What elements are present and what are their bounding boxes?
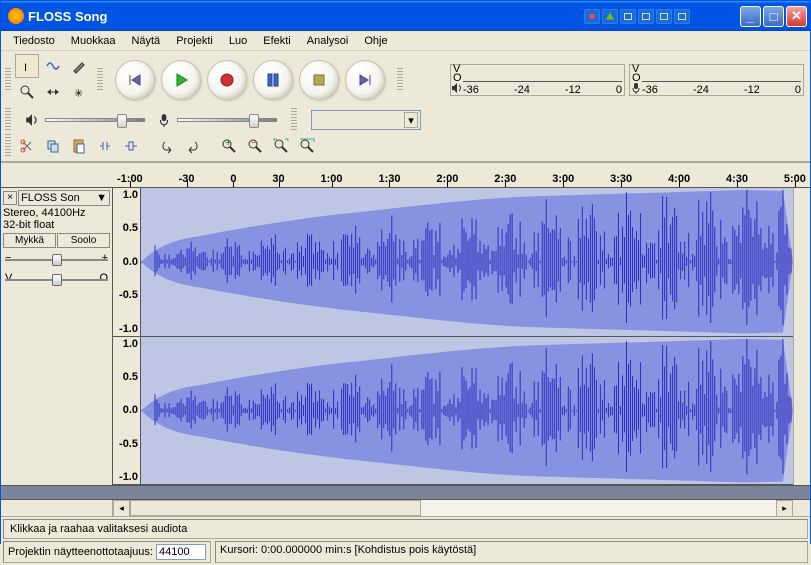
- input-meter[interactable]: V O -36-24-120: [629, 64, 804, 96]
- output-meter[interactable]: V O -36-24-120: [450, 64, 625, 96]
- vertical-scrollbar[interactable]: [793, 188, 810, 485]
- stop-button[interactable]: [299, 60, 339, 100]
- tool-envelope[interactable]: [41, 54, 65, 78]
- svg-text:+: +: [225, 138, 231, 149]
- grip[interactable]: [291, 108, 297, 132]
- copy-button[interactable]: [41, 134, 65, 158]
- track-pan-slider[interactable]: VO: [5, 272, 108, 288]
- menu-effect[interactable]: Efekti: [255, 33, 299, 49]
- solo-button[interactable]: Soolo: [57, 233, 110, 248]
- input-device-select[interactable]: ▾: [311, 110, 421, 130]
- record-button[interactable]: [207, 60, 247, 100]
- mute-button[interactable]: Mykkä: [3, 233, 56, 248]
- skip-end-button[interactable]: [345, 60, 385, 100]
- tray-icon[interactable]: [674, 9, 690, 24]
- track-bitdepth-label: 32-bit float: [3, 219, 110, 231]
- track-format-label: Stereo, 44100Hz: [3, 207, 110, 219]
- waveform-right[interactable]: 1.00.50.0-0.5-1.0: [113, 337, 793, 486]
- project-rate-box: Projektin näytteenottotaajuus:: [3, 541, 211, 563]
- menu-file[interactable]: Tiedosto: [5, 33, 63, 49]
- minimize-button[interactable]: _: [740, 6, 761, 27]
- close-button[interactable]: ✕: [786, 6, 807, 27]
- tool-selection[interactable]: I: [15, 54, 39, 78]
- menubar: Tiedosto Muokkaa Näytä Projekti Luo Efek…: [1, 31, 810, 51]
- track-gain-slider[interactable]: −+: [5, 252, 108, 268]
- tool-draw[interactable]: [67, 54, 91, 78]
- silence-button[interactable]: [119, 134, 143, 158]
- grip[interactable]: [5, 68, 11, 92]
- tray-icon[interactable]: [656, 9, 672, 24]
- fit-project-button[interactable]: [295, 134, 319, 158]
- svg-text:−: −: [251, 138, 257, 149]
- track-menu-button[interactable]: FLOSS Son▼: [18, 190, 110, 206]
- tracks-gap: [1, 486, 810, 500]
- redo-button[interactable]: [181, 134, 205, 158]
- tool-timeshift[interactable]: [41, 80, 65, 104]
- menu-help[interactable]: Ohje: [356, 33, 395, 49]
- statusbar: Klikkaa ja raahaa valitaksesi audiota Pr…: [1, 517, 810, 565]
- mic-icon: [157, 113, 171, 127]
- scroll-left-button[interactable]: ◂: [113, 500, 130, 517]
- input-volume-slider[interactable]: [157, 113, 277, 127]
- titlebar: FLOSS Song _ □ ✕: [1, 1, 810, 31]
- scroll-right-button[interactable]: ▸: [776, 500, 793, 517]
- grip[interactable]: [5, 134, 11, 158]
- menu-project[interactable]: Projekti: [168, 33, 221, 49]
- tray-record-icon[interactable]: [584, 9, 600, 24]
- pause-button[interactable]: [253, 60, 293, 100]
- toolbars: I ✳ V O -36-24-120 V O: [1, 51, 810, 162]
- mic-icon: [630, 82, 642, 94]
- speaker-icon: [451, 82, 463, 94]
- fit-selection-button[interactable]: [269, 134, 293, 158]
- tool-multi[interactable]: ✳: [67, 80, 91, 104]
- skip-start-button[interactable]: [115, 60, 155, 100]
- project-rate-input[interactable]: [156, 544, 206, 560]
- tool-zoom[interactable]: [15, 80, 39, 104]
- menu-analyze[interactable]: Analysoi: [299, 33, 357, 49]
- speaker-icon: [25, 113, 39, 127]
- app-icon: [8, 8, 24, 24]
- svg-text:✳: ✳: [74, 88, 83, 100]
- zoom-out-button[interactable]: −: [243, 134, 267, 158]
- undo-button[interactable]: [155, 134, 179, 158]
- trim-button[interactable]: [93, 134, 117, 158]
- track-header: × FLOSS Son▼ Stereo, 44100Hz 32-bit floa…: [1, 188, 113, 485]
- zoom-in-button[interactable]: +: [217, 134, 241, 158]
- tray-icon[interactable]: [620, 9, 636, 24]
- track-area: × FLOSS Son▼ Stereo, 44100Hz 32-bit floa…: [1, 188, 810, 486]
- grip[interactable]: [97, 68, 103, 92]
- menu-edit[interactable]: Muokkaa: [63, 33, 124, 49]
- tray-icons: [584, 9, 690, 24]
- timeline-ruler[interactable]: -1:00 -30 0 30 1:00 1:30 2:00 2:30 3:00 …: [1, 162, 810, 188]
- play-button[interactable]: [161, 60, 201, 100]
- tray-nv-icon[interactable]: [602, 9, 618, 24]
- status-hint: Klikkaa ja raahaa valitaksesi audiota: [3, 519, 808, 539]
- menu-generate[interactable]: Luo: [221, 33, 255, 49]
- amplitude-ruler: 1.00.50.0-0.5-1.0: [113, 337, 141, 485]
- track-close-button[interactable]: ×: [3, 191, 17, 205]
- paste-button[interactable]: [67, 134, 91, 158]
- menu-view[interactable]: Näytä: [123, 33, 168, 49]
- window-title: FLOSS Song: [28, 9, 107, 24]
- horizontal-scrollbar[interactable]: ◂ ▸: [1, 500, 810, 517]
- tray-icon[interactable]: [638, 9, 654, 24]
- svg-text:I: I: [24, 62, 27, 74]
- cursor-position: Kursori: 0:00.000000 min:s [Kohdistus po…: [215, 541, 808, 563]
- waveform-graphic: [141, 337, 793, 485]
- cut-button[interactable]: [15, 134, 39, 158]
- grip[interactable]: [5, 108, 11, 132]
- waveform-left[interactable]: 1.00.50.0-0.5-1.0: [113, 188, 793, 337]
- waveform-graphic: [141, 188, 793, 336]
- output-volume-slider[interactable]: [25, 113, 145, 127]
- grip[interactable]: [397, 68, 403, 92]
- maximize-button[interactable]: □: [763, 6, 784, 27]
- amplitude-ruler: 1.00.50.0-0.5-1.0: [113, 188, 141, 336]
